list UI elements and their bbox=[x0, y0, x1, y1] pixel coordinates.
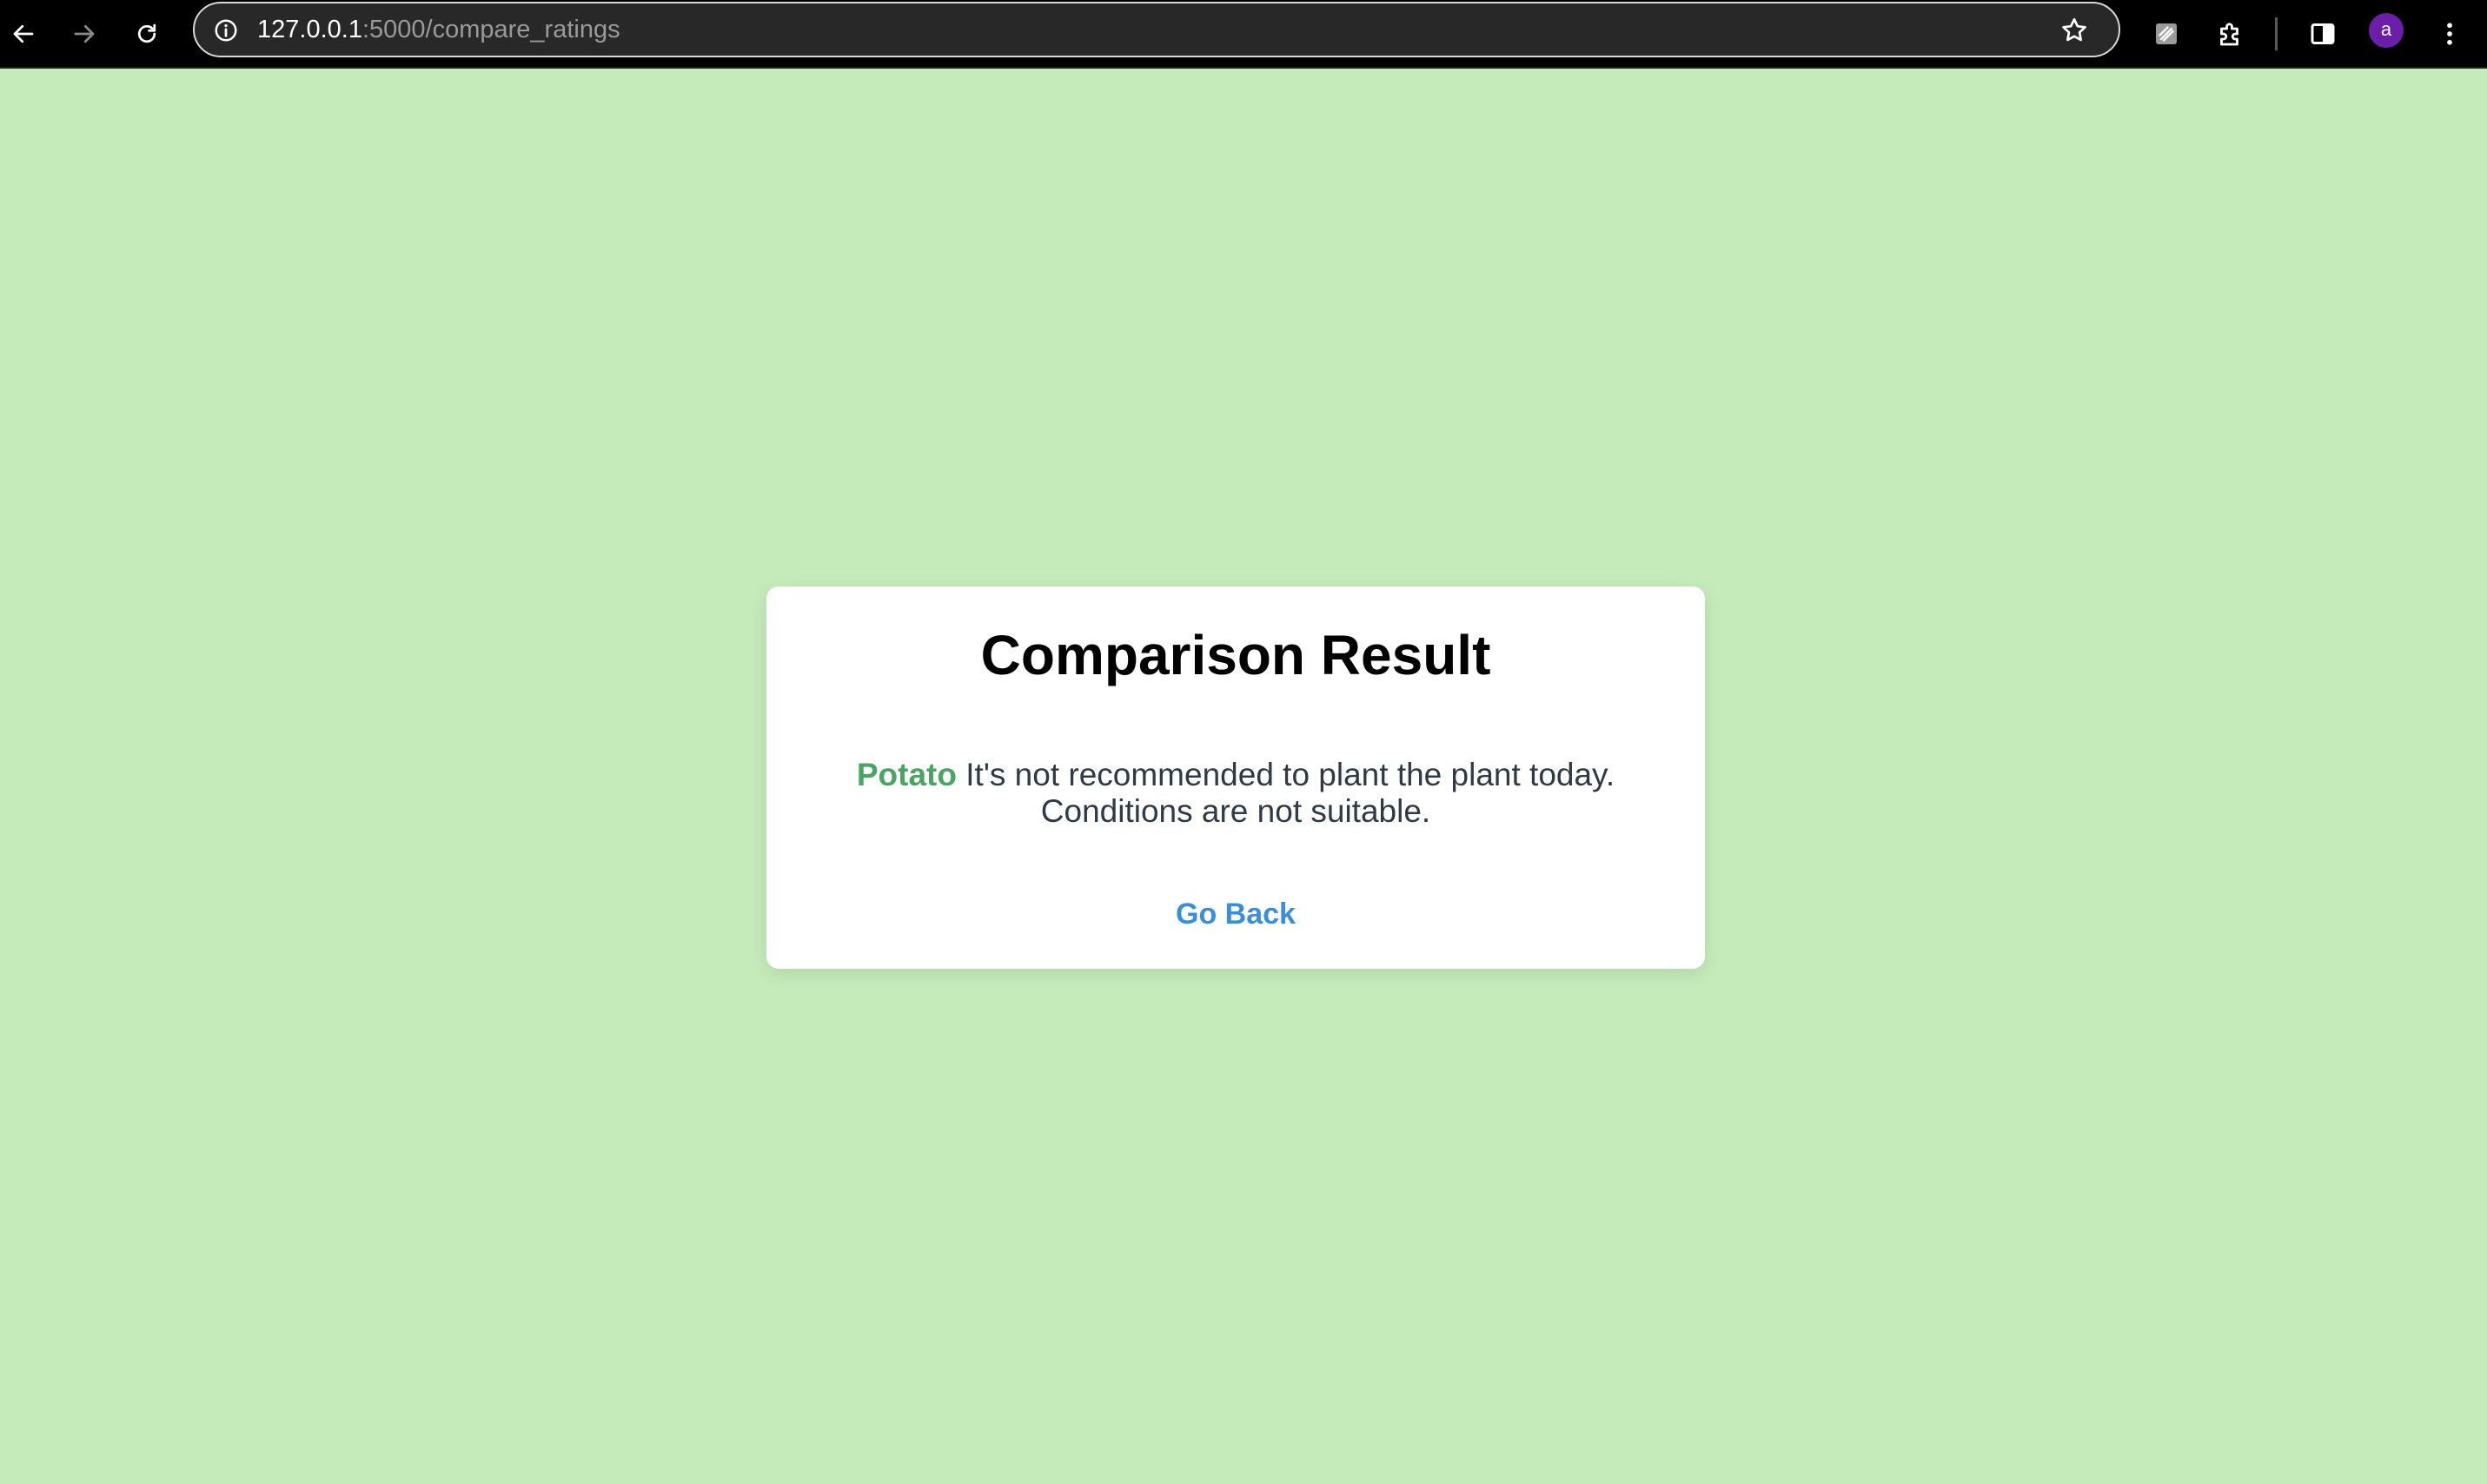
browser-toolbar: 127.0.0.1:5000/compare_ratings a bbox=[0, 0, 2487, 69]
extension-button[interactable] bbox=[2143, 10, 2190, 57]
reload-button[interactable] bbox=[125, 12, 169, 56]
go-back-link[interactable]: Go Back bbox=[766, 898, 1705, 931]
url-text[interactable]: 127.0.0.1:5000/compare_ratings bbox=[257, 3, 620, 56]
page-title: Comparison Result bbox=[980, 624, 1491, 686]
reload-icon bbox=[137, 23, 156, 43]
kebab-menu-icon bbox=[2447, 23, 2452, 45]
toolbar-divider bbox=[2275, 17, 2278, 50]
star-icon bbox=[2062, 17, 2086, 42]
site-info-button[interactable] bbox=[207, 11, 245, 50]
url-host: 127.0.0.1 bbox=[257, 16, 362, 43]
forward-button[interactable] bbox=[63, 12, 106, 56]
result-message: Potato It's not recommended to plant the… bbox=[819, 757, 1653, 830]
url-path: :5000/compare_ratings bbox=[361, 16, 620, 43]
recommendation-text: It's not recommended to plant the plant … bbox=[965, 757, 1615, 829]
info-icon bbox=[215, 19, 237, 42]
browser-menu-button[interactable] bbox=[2426, 10, 2473, 57]
plant-name: Potato bbox=[856, 757, 957, 792]
bookmark-button[interactable] bbox=[2054, 10, 2094, 50]
back-button[interactable] bbox=[2, 12, 45, 56]
extensions-menu-button[interactable] bbox=[2207, 10, 2254, 57]
address-bar[interactable]: 127.0.0.1:5000/compare_ratings bbox=[193, 2, 2120, 57]
extension-icon bbox=[2156, 23, 2177, 44]
arrow-right-icon bbox=[74, 24, 95, 43]
side-panel-icon bbox=[2311, 23, 2335, 44]
puzzle-icon bbox=[2220, 23, 2238, 46]
result-card: Comparison Result Potato It's not recomm… bbox=[766, 586, 1705, 969]
side-panel-button[interactable] bbox=[2299, 10, 2346, 57]
profile-avatar[interactable]: a bbox=[2369, 13, 2404, 48]
go-back-label: Go Back bbox=[1176, 898, 1296, 931]
arrow-left-icon bbox=[13, 24, 34, 43]
